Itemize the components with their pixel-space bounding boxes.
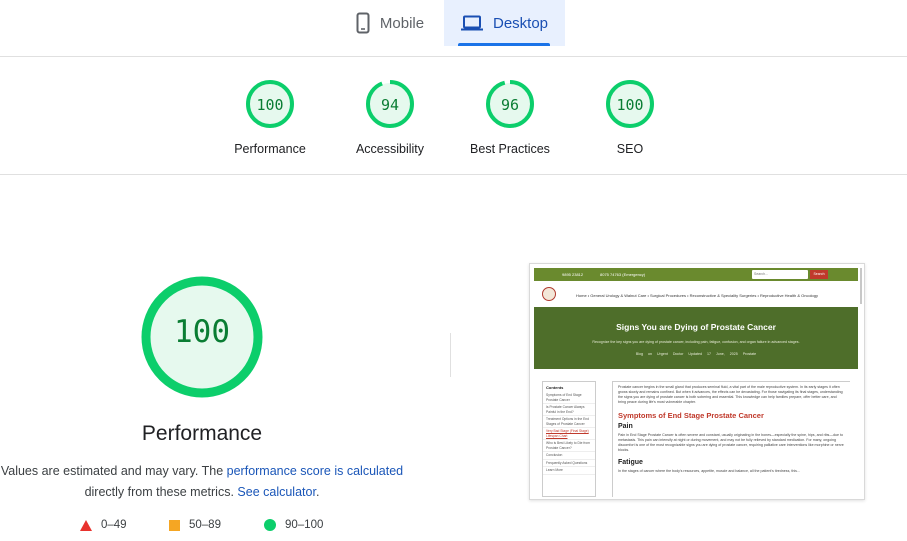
- thumb-toc-item: Symptoms of End Stage Prostate Cancer: [543, 392, 595, 404]
- category-scores: 100 Performance 94 Accessibility 96 Best…: [0, 57, 907, 175]
- note-middle: directly from these metrics.: [84, 485, 238, 499]
- pass-circle-icon: [264, 519, 276, 531]
- thumb-toc-item: Who is Best Likely to Die from Prostate …: [543, 440, 595, 452]
- note-suffix: .: [315, 485, 320, 499]
- gauge-accessibility[interactable]: 94 Accessibility: [335, 79, 445, 156]
- gauge-label: Best Practices: [470, 142, 550, 156]
- smartphone-icon: [356, 12, 370, 34]
- average-square-icon: [169, 519, 180, 531]
- tab-mobile-label: Mobile: [379, 14, 425, 32]
- thumb-toc-item: Treatment Options in the End Stages of P…: [543, 416, 595, 428]
- legend-pass: 90–100: [264, 519, 323, 531]
- thumb-subheading-pain: Pain: [618, 423, 633, 430]
- legend-range: 0–49: [101, 519, 127, 531]
- vertical-divider: [450, 333, 451, 377]
- final-screenshot-thumbnail[interactable]: 9895 23812 8075 74763 (Emergency) Search…: [529, 263, 865, 500]
- fail-triangle-icon: [80, 519, 92, 531]
- thumb-logo: [542, 287, 556, 301]
- gauge-performance[interactable]: 100 Performance: [215, 79, 325, 156]
- thumb-search-button: Search: [810, 270, 828, 279]
- gauge-seo[interactable]: 100 SEO: [575, 79, 685, 156]
- tab-mobile[interactable]: Mobile: [338, 0, 442, 46]
- thumb-toc-item: Learn More: [543, 467, 595, 475]
- performance-score-large: 100: [174, 314, 230, 350]
- tab-desktop-label: Desktop: [492, 14, 549, 32]
- performance-gauge-large: 100: [141, 276, 263, 398]
- gauge-score: 100: [616, 96, 644, 114]
- device-tabs: Mobile Desktop: [0, 0, 907, 57]
- see-calculator-link[interactable]: See calculator: [237, 485, 316, 499]
- performance-title: Performance: [141, 422, 263, 445]
- gauge-label: Performance: [234, 142, 306, 156]
- thumb-scrollbar: [860, 268, 862, 304]
- thumb-intro: Prostate cancer begins in the small glan…: [618, 385, 843, 404]
- gauge-score: 94: [380, 96, 400, 114]
- tab-desktop[interactable]: Desktop: [444, 0, 565, 46]
- thumb-nav-links: Home • General Urology & Walnut Care • S…: [576, 293, 819, 298]
- thumb-nav: Home • General Urology & Walnut Care • S…: [534, 284, 858, 306]
- thumb-search-input: Search...: [752, 270, 808, 279]
- legend-average: 50–89: [169, 519, 221, 531]
- thumb-phone: 9895 23812: [562, 272, 584, 277]
- thumb-toc-item: Frequently Asked Questions: [543, 460, 595, 467]
- thumb-topbar: 9895 23812 8075 74763 (Emergency) Search…: [534, 268, 858, 281]
- thumb-toc-title: Contents: [546, 385, 564, 390]
- gauge-label: SEO: [616, 142, 644, 156]
- thumb-table-of-contents: Contents Symptoms of End Stage Prostate …: [542, 381, 596, 497]
- thumb-emergency: 8075 74763 (Emergency): [600, 272, 646, 277]
- thumb-hero-subtitle: Recognize the key signs you are dying of…: [592, 340, 800, 344]
- gauge-label: Accessibility: [355, 142, 425, 156]
- thumb-heading: Symptoms of End Stage Prostate Cancer: [618, 411, 764, 420]
- thumb-article: Prostate cancer begins in the small glan…: [612, 381, 850, 497]
- laptop-icon: [460, 15, 483, 31]
- thumb-subheading-fatigue: Fatigue: [618, 459, 643, 466]
- thumb-fatigue-text: In the stages of cancer where the body's…: [618, 469, 800, 473]
- thumb-toc-item: Is Prostate Cancer Always Painful in the…: [543, 404, 595, 416]
- estimate-note: Values are estimated and may vary. The p…: [0, 461, 404, 503]
- thumb-hero-title: Signs You are Dying of Prostate Cancer: [616, 322, 776, 332]
- thumb-toc-item: Very Bad Stage (Final Stage) Lifespan Ch…: [543, 428, 595, 440]
- gauge-best-practices[interactable]: 96 Best Practices: [455, 79, 565, 156]
- legend-fail: 0–49: [80, 519, 127, 531]
- thumb-hero: Signs You are Dying of Prostate Cancer R…: [534, 307, 858, 369]
- legend-range: 50–89: [189, 519, 221, 531]
- gauge-score: 100: [256, 96, 284, 114]
- thumb-pain-text: Pain in End Stage Prostate Cancer is oft…: [618, 433, 844, 452]
- legend-range: 90–100: [285, 519, 324, 531]
- gauge-score: 96: [500, 96, 520, 114]
- note-prefix: Values are estimated and may vary. The: [0, 464, 227, 478]
- performance-score-link[interactable]: performance score is calculated: [227, 464, 403, 478]
- selected-tab-indicator: [458, 43, 550, 46]
- thumb-hero-meta: Blog on Urgent Doctor Updated 17 June, 2…: [635, 352, 757, 356]
- thumb-toc-item: Conclusion: [543, 452, 595, 460]
